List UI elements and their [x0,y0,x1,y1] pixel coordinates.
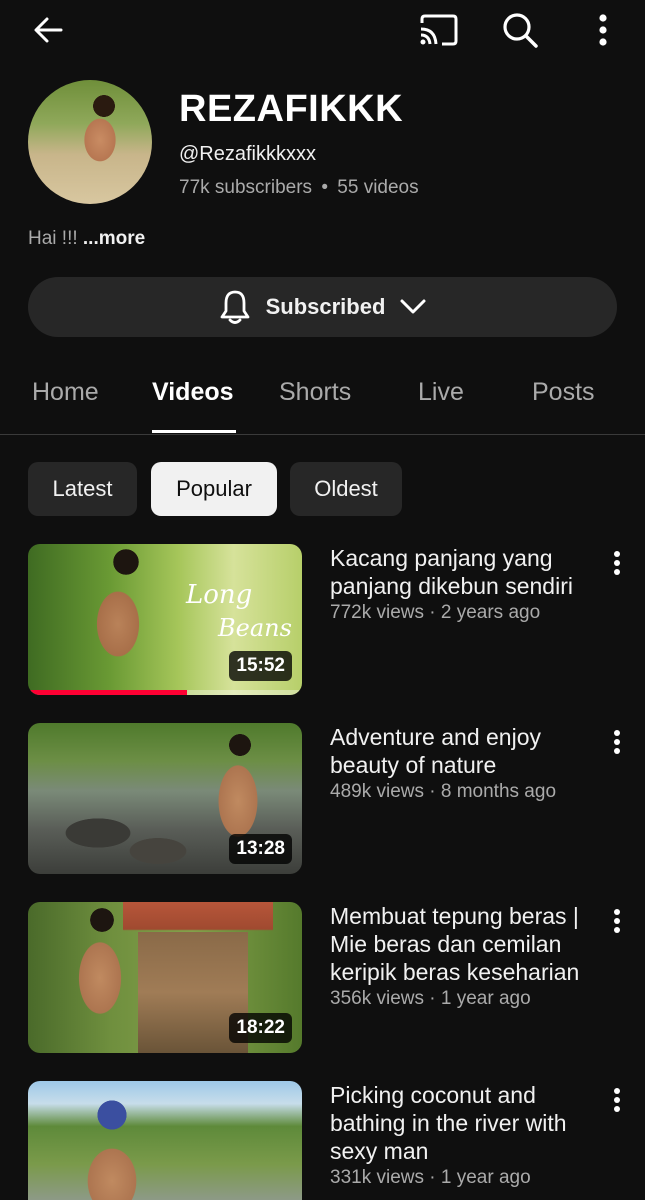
active-tab-indicator [152,430,236,433]
subscribed-button[interactable]: Subscribed [28,277,617,337]
subscribed-label: Subscribed [265,294,386,319]
channel-name: REZAFIKKK [179,88,404,130]
video-title[interactable]: Membuat tepung beras | Mie beras dan cem… [330,902,600,986]
video-thumbnail[interactable]: Long Beans 15:52 [28,544,302,695]
video-title[interactable]: Kacang panjang yang panjang dikebun send… [330,544,600,600]
video-item[interactable]: Long Beans 15:52 Kacang panjang yang pan… [0,544,645,699]
channel-tabs: Home Videos Shorts Live Posts [0,360,645,435]
subscriber-count: 77k subscribers [179,177,313,198]
chevron-down-icon [400,299,426,314]
description-more-link[interactable]: ...more [83,228,145,249]
more-options-button[interactable] [583,10,623,50]
search-button[interactable] [500,10,540,50]
tab-videos[interactable]: Videos [152,378,234,407]
search-icon [503,13,538,48]
tab-home[interactable]: Home [32,378,99,407]
more-vertical-icon [614,551,620,575]
tab-live[interactable]: Live [418,378,464,407]
thumbnail-text-long: Long [186,580,253,610]
video-duration: 18:22 [229,1013,292,1043]
video-item[interactable]: Picking coconut and bathing in the river… [0,1081,645,1200]
video-menu-button[interactable] [605,1085,629,1115]
video-duration: 15:52 [229,651,292,681]
video-title[interactable]: Picking coconut and bathing in the river… [330,1081,600,1165]
filter-latest[interactable]: Latest [28,462,137,516]
channel-description[interactable]: Hai !!! ...more [28,228,145,250]
more-vertical-icon [614,730,620,754]
video-count: 55 videos [337,177,419,198]
cast-button[interactable] [418,10,458,50]
channel-stats: 77k subscribers • 55 videos [179,177,419,199]
video-menu-button[interactable] [605,727,629,757]
video-meta: 489k views · 8 months ago [330,781,557,802]
video-title[interactable]: Adventure and enjoy beauty of nature [330,723,600,779]
video-thumbnail[interactable] [28,1081,302,1200]
bell-icon [220,290,249,324]
video-duration: 13:28 [229,834,292,864]
video-item[interactable]: 13:28 Adventure and enjoy beauty of natu… [0,723,645,878]
description-text: Hai !!! [28,228,78,249]
more-vertical-icon [614,1088,620,1112]
cast-icon [420,14,458,46]
video-thumbnail[interactable]: 18:22 [28,902,302,1053]
video-meta: 356k views · 1 year ago [330,988,531,1009]
video-menu-button[interactable] [605,548,629,578]
watch-progress-bar [28,690,187,695]
more-vertical-icon [614,909,620,933]
video-meta: 331k views · 1 year ago [330,1167,531,1188]
filter-oldest[interactable]: Oldest [290,462,402,516]
more-vertical-icon [599,14,607,46]
top-app-bar [0,0,645,60]
arrow-left-icon [34,17,63,43]
tab-shorts[interactable]: Shorts [279,378,351,407]
back-button[interactable] [28,10,68,50]
filter-popular[interactable]: Popular [151,462,277,516]
video-menu-button[interactable] [605,906,629,936]
channel-avatar[interactable] [28,80,152,204]
stats-separator: • [321,177,328,198]
video-meta: 772k views · 2 years ago [330,602,541,623]
tab-posts[interactable]: Posts [532,378,595,407]
video-thumbnail[interactable]: 13:28 [28,723,302,874]
thumbnail-text-beans: Beans [218,614,292,642]
video-item[interactable]: 18:22 Membuat tepung beras | Mie beras d… [0,902,645,1057]
channel-handle: @Rezafikkkxxx [179,143,316,165]
